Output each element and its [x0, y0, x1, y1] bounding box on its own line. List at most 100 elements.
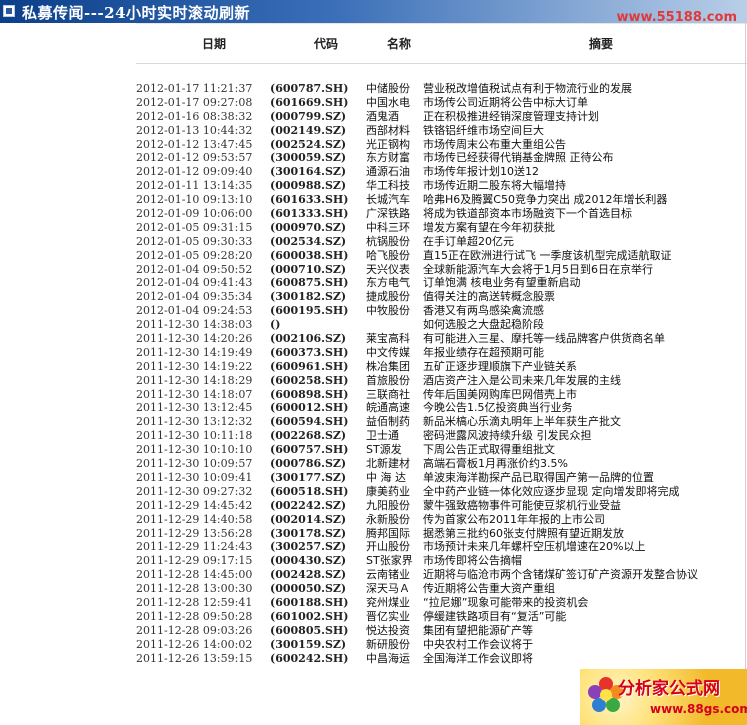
row-summary[interactable]: 将成为铁道部资本市场融资下一个首选目标 [423, 207, 632, 221]
row-summary[interactable]: 据悉第三批约60张支付牌照有望近期发放 [423, 527, 624, 541]
row-summary[interactable]: 停缓建铁路项目有“复活”可能 [423, 610, 566, 624]
row-summary[interactable]: 营业税改增值税试点有利于物流行业的发展 [423, 82, 632, 96]
row-summary[interactable]: 五矿正逐步理顺旗下产业链关系 [423, 360, 577, 374]
row-summary[interactable]: 如何选股之大盘起稳阶段 [423, 318, 544, 332]
row-date: 2011-12-29 09:17:15 [136, 554, 253, 568]
row-code: (002149.SZ) [270, 123, 347, 137]
table-row[interactable]: 2011-12-28 13:00:30 (000050.SZ) 深天马Ａ 传近期将公告… [136, 582, 747, 596]
table-row[interactable]: 2012-01-05 09:31:15 (000970.SZ) 中科三环 增发方案有望… [136, 221, 747, 235]
row-name: 莱宝高科 [366, 332, 410, 346]
table-row[interactable]: 2011-12-28 09:03:26 (600805.SH) 悦达投资 集团有望把能… [136, 624, 747, 638]
table-row[interactable]: 2011-12-26 14:00:02 (300159.SZ) 新研股份 中央农村工作… [136, 638, 747, 652]
row-summary[interactable]: 全球新能源汽车大会将于1月5日到6日在京举行 [423, 263, 653, 277]
row-code: (600961.SH) [270, 359, 349, 373]
table-row[interactable]: 2012-01-05 09:30:33 (002534.SZ) 杭锅股份 在手订单超2… [136, 235, 747, 249]
row-summary[interactable]: 传为首家公布2011年年报的上市公司 [423, 513, 605, 527]
row-summary[interactable]: 哈弗H6及腾翼C50竞争力突出 成2012年增长利器 [423, 193, 667, 207]
row-summary[interactable]: 今晚公告1.5亿投资典当行业务 [423, 401, 573, 415]
row-summary[interactable]: 密码泄露风波持续升级 引发民众担 [423, 429, 592, 443]
row-code: (600242.SH) [270, 651, 349, 665]
row-summary[interactable]: 市场传已经获得代销基金牌照 正待公布 [423, 151, 614, 165]
row-summary[interactable]: 市场预计未来几年螺杆空压机增速在20%以上 [423, 540, 645, 554]
row-summary[interactable]: “拉尼娜”现象可能带来的投资机会 [423, 596, 588, 610]
table-row[interactable]: 2011-12-30 10:11:18 (002268.SZ) 卫士通 密码泄露风波持… [136, 429, 747, 443]
row-summary[interactable]: 市场传年报计划10送12 [423, 165, 539, 179]
page-banner: 私募传闻---24小时实时滚动刷新 www.55188.com [0, 0, 747, 25]
table-row[interactable]: 2011-12-29 11:24:43 (300257.SZ) 开山股份 市场预计未来… [136, 540, 747, 554]
row-date: 2012-01-13 10:44:32 [136, 123, 253, 137]
table-row[interactable]: 2012-01-04 09:24:53 (600195.SH) 中牧股份 香港又有两鸟… [136, 304, 747, 318]
table-row[interactable]: 2011-12-29 14:40:58 (002014.SZ) 永新股份 传为首家公布… [136, 513, 747, 527]
table-row[interactable]: 2011-12-29 09:17:15 (000430.SZ) ST张家界 市场传即将… [136, 554, 747, 568]
row-summary[interactable]: 市场传近期二股东将大幅增持 [423, 179, 566, 193]
row-summary[interactable]: 市场传周末公布重大重组公告 [423, 138, 566, 152]
table-row[interactable]: 2011-12-30 10:09:57 (000786.SZ) 北新建材 高端石膏板1… [136, 457, 747, 471]
row-summary[interactable]: 值得关注的高送转概念股票 [423, 290, 555, 304]
table-row[interactable]: 2011-12-28 09:50:28 (601002.SH) 晋亿实业 停缓建铁路项… [136, 610, 747, 624]
table-row[interactable]: 2011-12-30 14:18:29 (600258.SH) 首旅股份 酒店资产注入… [136, 374, 747, 388]
table-row[interactable]: 2011-12-30 14:18:07 (600898.SH) 三联商社 传年后国美网… [136, 388, 747, 402]
table-row[interactable]: 2011-12-30 10:09:41 (300177.SZ) 中 海 达 单波束海洋… [136, 471, 747, 485]
row-summary[interactable]: 传近期将公告重大资产重组 [423, 582, 555, 596]
row-summary[interactable]: 传年后国美网购库巴网借壳上市 [423, 388, 577, 402]
row-date: 2012-01-12 09:53:57 [136, 151, 253, 165]
table-row[interactable]: 2012-01-12 13:47:45 (002524.SZ) 光正钢构 市场传周末公… [136, 138, 747, 152]
row-summary[interactable]: 在手订单超20亿元 [423, 235, 514, 249]
table-row[interactable]: 2012-01-13 10:44:32 (002149.SZ) 西部材料 铁铬铝纤维市… [136, 124, 747, 138]
row-date: 2011-12-30 14:19:49 [136, 345, 253, 359]
table-row[interactable]: 2011-12-26 13:59:15 (600242.SH) 中昌海运 全国海洋工作… [136, 652, 747, 666]
row-summary[interactable]: 直15正在欧洲进行试飞 一季度该机型完成适航取证 [423, 249, 672, 263]
ad-banner[interactable]: 分析家公式网 www.88gs.com [580, 669, 747, 725]
table-row[interactable]: 2012-01-12 09:53:57 (300059.SZ) 东方财富 市场传已经获… [136, 151, 747, 165]
table-row[interactable]: 2011-12-30 10:10:10 (600757.SH) ST源发 下周公告正式… [136, 443, 747, 457]
table-row[interactable]: 2011-12-30 13:12:32 (600594.SH) 益佰制药 新品米槁心乐… [136, 415, 747, 429]
table-row[interactable]: 2011-12-30 14:19:22 (600961.SH) 株冶集团 五矿正逐步理… [136, 360, 747, 374]
table-row[interactable]: 2011-12-30 14:38:03 () 如何选股之大盘起稳阶段 [136, 318, 747, 332]
row-summary[interactable]: 集团有望把能源矿产等 [423, 624, 533, 638]
table-row[interactable]: 2012-01-17 11:21:37 (600787.SH) 中储股份 营业税改增值… [136, 82, 747, 96]
row-summary[interactable]: 有可能进入三星、摩托等一线品牌客户供货商名单 [423, 332, 665, 346]
row-summary[interactable]: 订单饱满 核电业务有望重新启动 [423, 276, 581, 290]
table-row[interactable]: 2011-12-30 14:20:26 (002106.SZ) 莱宝高科 有可能进入三… [136, 332, 747, 346]
table-row[interactable]: 2011-12-30 14:19:49 (600373.SH) 中文传媒 年报业绩存在… [136, 346, 747, 360]
row-summary[interactable]: 香港又有两鸟感染禽流感 [423, 304, 544, 318]
row-summary[interactable]: 增发方案有望在今年初获批 [423, 221, 555, 235]
table-row[interactable]: 2011-12-28 14:45:00 (002428.SZ) 云南锗业 近期将与临沧… [136, 568, 747, 582]
table-row[interactable]: 2012-01-11 13:14:35 (000988.SZ) 华工科技 市场传近期二… [136, 179, 747, 193]
row-summary[interactable]: 中央农村工作会议将于 [423, 638, 533, 652]
row-summary[interactable]: 全国海洋工作会议即将 [423, 652, 533, 666]
table-row[interactable]: 2012-01-04 09:41:43 (600875.SH) 东方电气 订单饱满 核… [136, 276, 747, 290]
table-row[interactable]: 2011-12-30 09:27:32 (600518.SH) 康美药业 全中药产业链… [136, 485, 747, 499]
table-row[interactable]: 2012-01-04 09:35:34 (300182.SZ) 捷成股份 值得关注的高… [136, 290, 747, 304]
table-row[interactable]: 2012-01-05 09:28:20 (600038.SH) 哈飞股份 直15正在欧… [136, 249, 747, 263]
row-code: (600875.SH) [270, 276, 349, 290]
table-row[interactable]: 2011-12-29 13:56:28 (300178.SZ) 腾邦国际 据悉第三批约… [136, 527, 747, 541]
row-summary[interactable]: 近期将与临沧市两个含锗煤矿签订矿产资源开发整合协议 [423, 568, 698, 582]
table-row[interactable]: 2011-12-28 12:59:41 (600188.SH) 兖州煤业 “拉尼娜”现… [136, 596, 747, 610]
row-name: 兖州煤业 [366, 595, 410, 609]
row-date: 2012-01-11 13:14:35 [136, 179, 253, 193]
row-name: 中国水电 [366, 95, 410, 109]
row-summary[interactable]: 全中药产业链一体化效应逐步显现 定向增发即将完成 [423, 485, 680, 499]
table-row[interactable]: 2012-01-10 09:13:10 (601633.SH) 长城汽车 哈弗H6及腾… [136, 193, 747, 207]
row-summary[interactable]: 新品米槁心乐滴丸明年上半年获生产批文 [423, 415, 621, 429]
row-summary[interactable]: 正在积极推进经销深度管理支持计划 [423, 110, 599, 124]
row-summary[interactable]: 市场传公司近期将公告中标大订单 [423, 96, 588, 110]
row-summary[interactable]: 酒店资产注入是公司未来几年发展的主线 [423, 374, 621, 388]
table-row[interactable]: 2012-01-12 09:09:40 (300164.SZ) 通源石油 市场传年报计… [136, 165, 747, 179]
row-summary[interactable]: 单波束海洋勘探产品已取得国产第一品牌的位置 [423, 471, 654, 485]
table-row[interactable]: 2011-12-30 13:12:45 (600012.SH) 皖通高速 今晚公告1.… [136, 401, 747, 415]
row-summary[interactable]: 年报业绩存在超预期可能 [423, 346, 544, 360]
row-summary[interactable]: 市场传即将公告摘帽 [423, 554, 522, 568]
table-row[interactable]: 2012-01-09 10:06:00 (601333.SH) 广深铁路 将成为铁道部… [136, 207, 747, 221]
row-summary[interactable]: 蒙牛强致癌物事件可能使豆浆机行业受益 [423, 499, 621, 513]
table-row[interactable]: 2012-01-17 09:27:08 (601669.SH) 中国水电 市场传公司近… [136, 96, 747, 110]
table-row[interactable]: 2012-01-16 08:38:32 (000799.SZ) 酒鬼酒 正在积极推进经… [136, 110, 747, 124]
row-summary[interactable]: 高端石膏板1月再涨价约3.5% [423, 457, 568, 471]
row-code: (002242.SZ) [270, 498, 347, 512]
table-row[interactable]: 2011-12-29 14:45:42 (002242.SZ) 九阳股份 蒙牛强致癌物… [136, 499, 747, 513]
row-summary[interactable]: 下周公告正式取得重组批文 [423, 443, 555, 457]
row-name: 中文传媒 [366, 345, 410, 359]
table-row[interactable]: 2012-01-04 09:50:52 (000710.SZ) 天兴仪表 全球新能源汽… [136, 263, 747, 277]
row-summary[interactable]: 铁铬铝纤维市场空间巨大 [423, 124, 544, 138]
